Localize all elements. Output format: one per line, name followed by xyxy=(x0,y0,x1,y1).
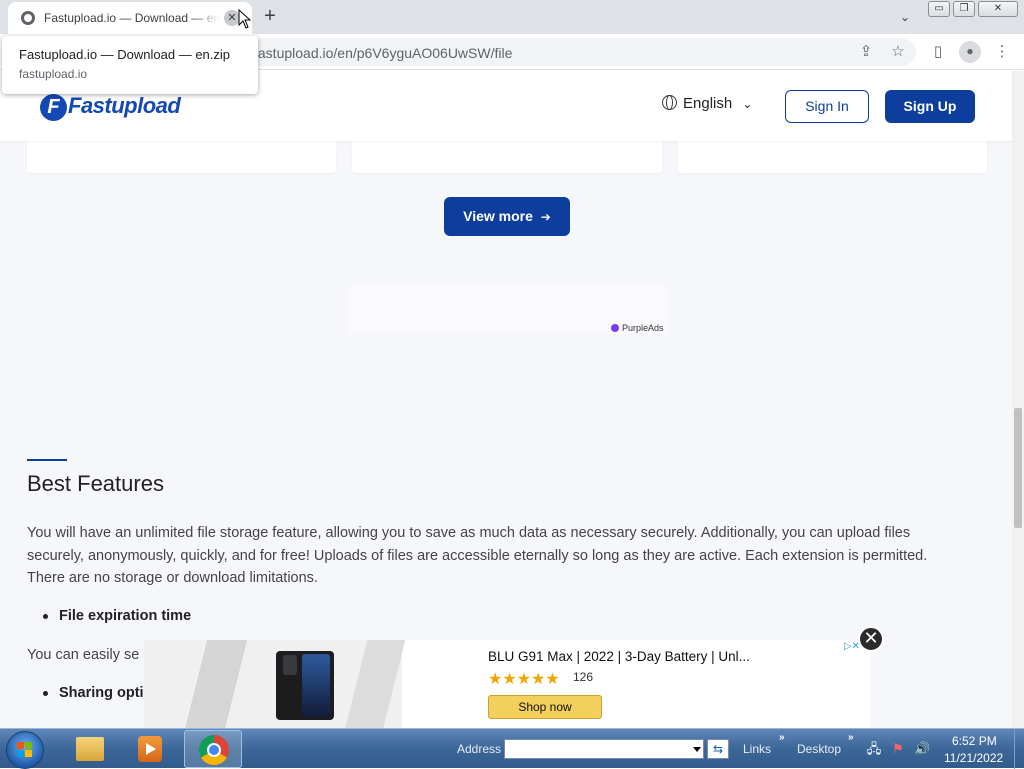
purpleads-badge[interactable]: PurpleAds xyxy=(611,323,664,333)
logo-mark-icon: F xyxy=(40,94,67,121)
sign-up-button[interactable]: Sign Up xyxy=(885,90,975,123)
restore-button[interactable]: ❐ xyxy=(953,1,975,17)
phone-screen xyxy=(302,654,330,717)
window-close-button[interactable]: ✕ xyxy=(978,1,1018,17)
clock-time[interactable]: 6:52 PM xyxy=(952,734,997,748)
scrollbar-thumb[interactable] xyxy=(1014,408,1022,528)
globe-favicon-icon xyxy=(21,11,35,25)
tab-title: Fastupload.io — Download — en.zip xyxy=(44,11,220,25)
phone-camera xyxy=(283,655,297,675)
taskbar: Address ⇆ Links » Desktop » 🖧 ⚑ 🔊 6:52 P… xyxy=(0,728,1024,769)
rating-stars-icon: ★★★★★ xyxy=(488,671,560,688)
links-toolbar-label[interactable]: Links xyxy=(743,742,771,756)
folder-icon xyxy=(76,737,104,761)
section-accent-bar xyxy=(27,459,67,461)
desktop-toolbar-label[interactable]: Desktop xyxy=(797,742,841,756)
windows-logo-icon xyxy=(17,742,33,758)
desktop-chevron-icon[interactable]: » xyxy=(848,732,854,743)
action-center-flag-icon[interactable]: ⚑ xyxy=(890,741,906,757)
features-paragraph: You will have an unlimited file storage … xyxy=(27,525,928,586)
new-tab-button[interactable]: + xyxy=(260,6,280,26)
taskbar-chrome[interactable] xyxy=(184,730,242,768)
browser-menu-icon[interactable]: ⋮ xyxy=(992,42,1012,62)
banner-ad-artwork xyxy=(144,640,408,728)
show-desktop-button[interactable] xyxy=(1014,729,1024,769)
tab-strip: Fastupload.io — Download — en.zip ✕ + ⌄ … xyxy=(0,0,1024,34)
share-icon[interactable]: ⇪ xyxy=(856,42,876,62)
volume-icon[interactable]: 🔊 xyxy=(914,741,930,757)
banner-ad[interactable]: BLU G91 Max | 2022 | 3-Day Battery | Unl… xyxy=(144,640,870,728)
purpleads-label: PurpleAds xyxy=(622,323,664,333)
purpleads-dot-icon xyxy=(611,324,619,332)
mouse-cursor-icon xyxy=(238,9,252,29)
page-scrollbar[interactable] xyxy=(1012,71,1024,728)
side-panel-icon[interactable]: ▯ xyxy=(928,42,948,62)
sign-in-button[interactable]: Sign In xyxy=(785,90,869,123)
links-chevron-icon[interactable]: » xyxy=(779,732,785,743)
section-title: Best Features xyxy=(27,471,164,496)
language-label: English xyxy=(683,95,733,112)
hover-card-title: Fastupload.io — Download — en.zip xyxy=(19,47,231,62)
address-toolbar-label: Address xyxy=(457,742,502,756)
chevron-down-icon: ⌄ xyxy=(742,97,753,111)
view-more-button[interactable]: View more ➔ xyxy=(444,197,570,236)
review-count: 126 xyxy=(573,670,594,684)
tab-search-icon[interactable]: ⌄ xyxy=(896,8,914,26)
logo-text: Fastupload xyxy=(68,93,181,118)
hover-card-domain: fastupload.io xyxy=(19,67,88,81)
chrome-icon xyxy=(199,735,229,765)
banner-decor-stripe xyxy=(182,640,250,728)
go-button[interactable]: ⇆ xyxy=(707,739,729,759)
clock-date[interactable]: 11/21/2022 xyxy=(944,751,1003,765)
taskbar-media-player[interactable] xyxy=(120,730,178,768)
expiration-text-fragment: You can easily se xyxy=(27,647,140,663)
banner-close-button[interactable]: ✕ xyxy=(858,626,884,652)
profile-avatar-icon[interactable]: ● xyxy=(959,41,981,63)
phone-product-image[interactable] xyxy=(276,651,334,720)
media-player-icon xyxy=(138,736,162,762)
bookmark-star-icon[interactable]: ☆ xyxy=(888,42,908,62)
banner-product-title[interactable]: BLU G91 Max | 2022 | 3-Day Battery | Unl… xyxy=(488,649,750,664)
globe-icon xyxy=(662,95,677,110)
minimize-button[interactable]: ▭ xyxy=(928,1,950,17)
taskbar-address-input[interactable] xyxy=(504,739,704,759)
start-button[interactable] xyxy=(6,731,44,769)
bullet-file-expiration: File expiration time xyxy=(42,608,192,624)
tab-hover-card: Fastupload.io — Download — en.zip fastup… xyxy=(2,36,258,94)
bullet-sharing-options: Sharing optic xyxy=(43,685,152,701)
network-icon[interactable]: 🖧 xyxy=(866,741,882,757)
banner-decor-stripe xyxy=(342,640,408,728)
language-selector[interactable]: English ⌄ xyxy=(662,95,752,112)
view-more-label: View more xyxy=(463,208,533,224)
browser-tab[interactable]: Fastupload.io — Download — en.zip ✕ xyxy=(8,2,252,34)
url-text[interactable]: fastupload.io/en/p6V6yguAO06UwSW/file xyxy=(254,45,512,61)
shop-now-button[interactable]: Shop now xyxy=(488,695,602,719)
arrow-right-icon: ➔ xyxy=(540,210,551,224)
dropdown-arrow-icon[interactable] xyxy=(693,747,701,752)
taskbar-explorer[interactable] xyxy=(60,730,118,768)
